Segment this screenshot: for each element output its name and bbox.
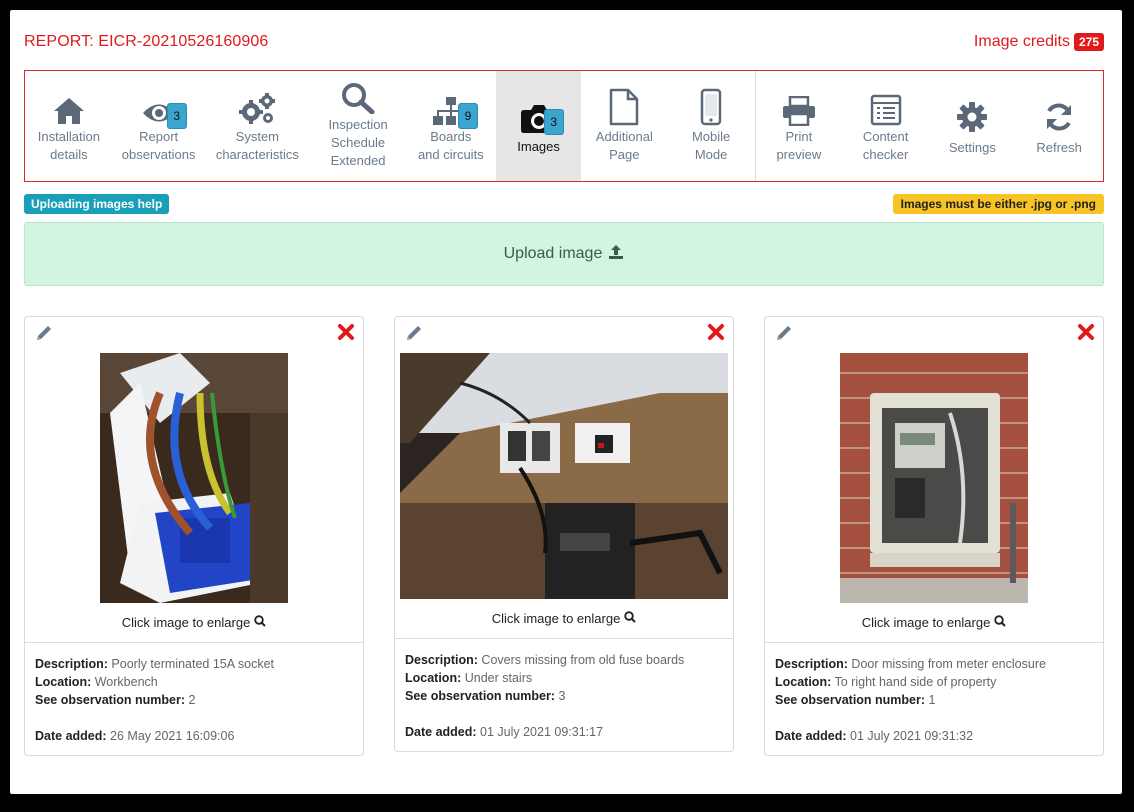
image-credits[interactable]: Image credits 275 xyxy=(974,33,1104,51)
upload-image-label: Upload image xyxy=(503,245,603,262)
refresh-icon xyxy=(1043,95,1075,133)
image-format-warning: Images must be either .jpg or .png xyxy=(892,194,1104,214)
delete-image-close-icon[interactable] xyxy=(337,323,355,346)
image-details: Description: Door missing from meter enc… xyxy=(775,657,1046,743)
image-location: To right hand side of property xyxy=(834,675,997,689)
mobile-icon xyxy=(700,88,722,126)
edit-image-pencil-icon[interactable] xyxy=(34,323,54,348)
toolbar-mobile-mode[interactable]: Mobile Mode xyxy=(667,71,755,181)
image-observation-number: 2 xyxy=(188,693,196,707)
image-details: Description: Poorly terminated 15A socke… xyxy=(35,657,275,743)
toolbar-report-observations[interactable]: Report observations 3 xyxy=(113,71,205,181)
report-title: REPORT: EICR-20210526160906 xyxy=(24,33,269,50)
home-icon xyxy=(52,88,86,126)
toolbar-boards-and-circuits[interactable]: Boards and circuits 9 xyxy=(406,71,496,181)
report-header: REPORT: EICR-20210526160906 Image credit… xyxy=(24,30,1104,54)
toolbar-images[interactable]: Images 3 xyxy=(495,71,582,181)
print-icon xyxy=(782,88,816,126)
images-count-badge: 3 xyxy=(543,109,564,135)
image-card: Click image to enlarge Description: Poor… xyxy=(24,316,364,756)
image-date-added: 01 July 2021 09:31:17 xyxy=(480,725,604,739)
image-thumbnail-fuse-boards[interactable] xyxy=(400,353,728,599)
edit-image-pencil-icon[interactable] xyxy=(404,323,424,348)
toolbar-print-preview[interactable]: Print preview xyxy=(756,71,842,181)
uploading-images-help-button[interactable]: Uploading images help xyxy=(24,194,170,214)
gears-icon xyxy=(237,88,277,126)
image-date-added: 26 May 2021 16:09:06 xyxy=(110,729,235,743)
delete-image-close-icon[interactable] xyxy=(1077,323,1095,346)
boards-count-badge: 9 xyxy=(457,103,478,129)
image-date-added: 01 July 2021 09:31:32 xyxy=(850,729,974,743)
image-description: Covers missing from old fuse boards xyxy=(481,653,685,667)
search-icon xyxy=(341,82,375,114)
observations-count-badge: 3 xyxy=(166,103,187,129)
image-observation-number: 3 xyxy=(558,689,566,703)
image-location: Workbench xyxy=(94,675,158,689)
image-observation-number: 1 xyxy=(928,693,936,707)
toolbar-refresh[interactable]: Refresh xyxy=(1015,71,1103,181)
toolbar-content-checker[interactable]: Content checker xyxy=(842,71,930,181)
toolbar-additional-page[interactable]: Additional Page xyxy=(581,71,667,181)
toolbar-settings[interactable]: Settings xyxy=(929,71,1015,181)
image-location: Under stairs xyxy=(464,671,533,685)
image-thumbnail-socket[interactable] xyxy=(100,353,288,603)
image-card: Click image to enlarge Description: Door… xyxy=(764,316,1104,756)
search-icon xyxy=(994,615,1007,630)
image-thumbnail-meter-enclosure[interactable] xyxy=(840,353,1028,603)
image-card: Click image to enlarge Description: Cove… xyxy=(394,316,734,752)
report-toolbar: Installation details Report observations… xyxy=(24,70,1104,182)
click-to-enlarge[interactable]: Click image to enlarge xyxy=(25,615,363,630)
file-icon xyxy=(609,88,639,126)
click-to-enlarge[interactable]: Click image to enlarge xyxy=(395,611,733,626)
delete-image-close-icon[interactable] xyxy=(707,323,725,346)
upload-icon xyxy=(608,244,624,265)
gear-icon xyxy=(956,95,988,133)
toolbar-system-characteristics[interactable]: System characteristics xyxy=(205,71,311,181)
app-window: REPORT: EICR-20210526160906 Image credit… xyxy=(10,10,1122,794)
search-icon xyxy=(254,615,267,630)
edit-image-pencil-icon[interactable] xyxy=(774,323,794,348)
upload-image-button[interactable]: Upload image xyxy=(24,222,1104,286)
help-row: Uploading images help Images must be eit… xyxy=(24,194,1104,214)
image-description: Poorly terminated 15A socket xyxy=(111,657,275,671)
toolbar-installation-details[interactable]: Installation details xyxy=(25,71,113,181)
image-description: Door missing from meter enclosure xyxy=(851,657,1046,671)
search-icon xyxy=(624,611,637,626)
image-credits-label: Image credits xyxy=(973,33,1070,50)
image-credits-badge: 275 xyxy=(1073,33,1104,51)
toolbar-inspection-schedule[interactable]: Inspection Schedule Extended xyxy=(310,71,406,181)
checklist-icon xyxy=(870,88,902,126)
click-to-enlarge[interactable]: Click image to enlarge xyxy=(765,615,1103,630)
image-details: Description: Covers missing from old fus… xyxy=(405,653,685,739)
